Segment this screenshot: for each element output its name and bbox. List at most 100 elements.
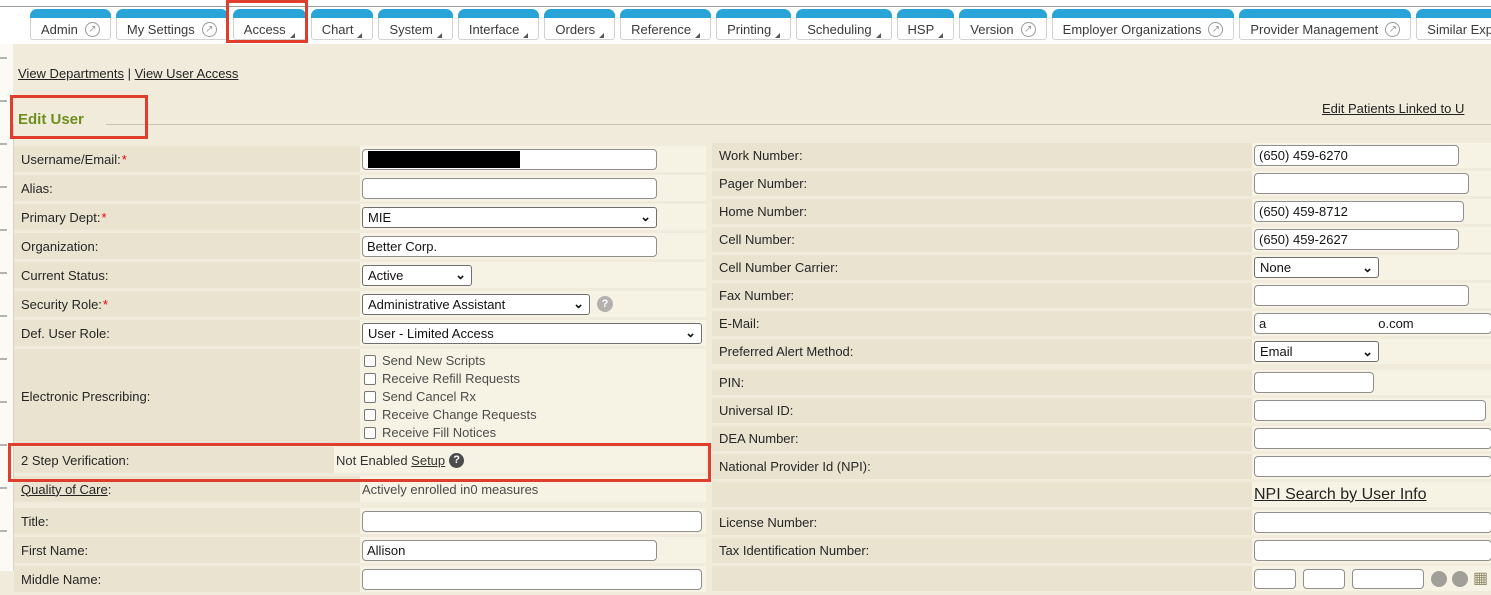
- edit-patients-linked-link[interactable]: Edit Patients Linked to U: [1322, 101, 1464, 116]
- checkbox-label: Receive Fill Notices: [382, 425, 496, 440]
- tab-orders[interactable]: Orders: [544, 9, 615, 40]
- send-new-scripts-checkbox[interactable]: [364, 355, 376, 367]
- label-text: PIN:: [719, 375, 744, 390]
- select-caret-icon: ⌄: [455, 270, 466, 280]
- tab-hsp[interactable]: HSP: [897, 9, 955, 40]
- security-role-select[interactable]: Administrative Assistant⌄: [362, 294, 590, 315]
- tab-label: HSP: [908, 22, 935, 37]
- field-value-cell-number: (650) 459-2627: [1252, 227, 1491, 252]
- help-icon[interactable]: ?: [597, 296, 613, 312]
- fieldset-top-border: [106, 124, 1491, 125]
- field-label-work-number: Work Number:: [712, 143, 1252, 168]
- receive-change-requests-checkbox[interactable]: [364, 409, 376, 421]
- primary-dept-select[interactable]: MIE⌄: [362, 207, 657, 228]
- grid-icon[interactable]: ▦: [1473, 571, 1488, 587]
- static-value: Actively enrolled in0 measures: [362, 482, 538, 497]
- dropdown-caret-icon: [290, 33, 295, 38]
- edit-patients-linked-link-wrap: Edit Patients Linked to U: [1322, 101, 1464, 116]
- npi-search-link[interactable]: NPI Search by User Info: [1254, 486, 1427, 504]
- two-step-setup-link[interactable]: Setup: [411, 453, 445, 468]
- tab-provider-management[interactable]: Provider Management↗: [1239, 9, 1411, 40]
- pager-number-input[interactable]: [1254, 173, 1469, 194]
- tab-employer-organizations[interactable]: Employer Organizations↗: [1052, 9, 1235, 40]
- tab-chart[interactable]: Chart: [311, 9, 374, 40]
- home-number-input[interactable]: (650) 459-8712: [1254, 201, 1464, 222]
- tab-access[interactable]: Access: [233, 9, 306, 40]
- form-row-primary-dept: Primary Dept:*MIE⌄: [14, 204, 706, 230]
- selected-option: None: [1260, 260, 1291, 275]
- def-user-role-select[interactable]: User - Limited Access⌄: [362, 323, 702, 344]
- tab-interface[interactable]: Interface: [458, 9, 540, 40]
- preferred-alert-method-select[interactable]: Email⌄: [1254, 341, 1379, 362]
- form-row-preferred-alert-method: Preferred Alert Method:Email⌄: [712, 339, 1491, 364]
- work-number-input[interactable]: (650) 459-6270: [1254, 145, 1459, 166]
- receive-fill-notices-checkbox[interactable]: [364, 427, 376, 439]
- external-link-icon: ↗: [202, 22, 217, 37]
- form-row-first-name: First Name:Allison: [14, 537, 706, 563]
- help-icon[interactable]: ?: [449, 453, 464, 468]
- dea-number-input[interactable]: [1254, 428, 1491, 449]
- universal-id-input[interactable]: [1254, 400, 1486, 421]
- form-row-cell-number: Cell Number:(650) 459-2627: [712, 227, 1491, 252]
- dropdown-caret-icon: [437, 33, 442, 38]
- middle-name-input[interactable]: [362, 569, 702, 590]
- user-details-form-right: Work Number:(650) 459-6270Pager Number:H…: [712, 143, 1491, 594]
- field-label-universal-id: Universal ID:: [712, 398, 1252, 423]
- field-label-e-mail: E-Mail:: [712, 311, 1252, 336]
- field-label-national-provider-id-npi: National Provider Id (NPI):: [712, 454, 1252, 479]
- small-input-3[interactable]: [1352, 569, 1424, 589]
- tab-printing[interactable]: Printing: [716, 9, 791, 40]
- round-icon[interactable]: [1431, 571, 1447, 587]
- national-provider-id-npi-input[interactable]: [1254, 456, 1491, 477]
- license-number-input[interactable]: [1254, 512, 1491, 533]
- username-email-input[interactable]: [362, 149, 657, 170]
- tab-admin[interactable]: Admin↗: [30, 9, 111, 40]
- field-value-electronic-prescribing: Send New ScriptsReceive Refill RequestsS…: [360, 349, 706, 444]
- field-label-home-number: Home Number:: [712, 199, 1252, 224]
- checkbox-label: Receive Change Requests: [382, 407, 537, 422]
- current-status-select[interactable]: Active ⌄: [362, 265, 472, 286]
- form-row-2-step-verification: 2 Step Verification:Not Enabled Setup?: [14, 447, 706, 473]
- field-label-def-user-role: Def. User Role:: [14, 320, 360, 346]
- organization-input[interactable]: Better Corp.: [362, 236, 657, 257]
- tab-reference[interactable]: Reference: [620, 9, 711, 40]
- tab-label: Access: [244, 22, 286, 37]
- field-value-dea-number: [1252, 426, 1491, 451]
- field-value-preferred-alert-method: Email⌄: [1252, 339, 1491, 364]
- tab-system[interactable]: System: [378, 9, 452, 40]
- form-row-def-user-role: Def. User Role:User - Limited Access⌄: [14, 320, 706, 346]
- receive-refill-requests-checkbox[interactable]: [364, 373, 376, 385]
- tab-label: Printing: [727, 22, 771, 37]
- field-value-organization: Better Corp.: [360, 233, 706, 259]
- required-asterisk: *: [103, 297, 108, 312]
- alias-input[interactable]: [362, 178, 657, 199]
- tab-version[interactable]: Version↗: [959, 9, 1046, 40]
- tab-label: Scheduling: [807, 22, 871, 37]
- tab-similar-exposure-groups[interactable]: Similar Exposure Groups (: [1416, 9, 1491, 40]
- selected-option: Active: [368, 268, 403, 283]
- tax-identification-number-input[interactable]: [1254, 540, 1491, 561]
- tab-label: Reference: [631, 22, 691, 37]
- field-label-blank: [712, 566, 1252, 591]
- cell-number-input[interactable]: (650) 459-2627: [1254, 229, 1459, 250]
- fax-number-input[interactable]: [1254, 285, 1469, 306]
- view-user-access-link[interactable]: View User Access: [135, 66, 239, 81]
- round-icon[interactable]: [1452, 571, 1468, 587]
- field-label-fax-number: Fax Number:: [712, 283, 1252, 308]
- tab-my-settings[interactable]: My Settings↗: [116, 9, 228, 40]
- cell-number-carrier-select[interactable]: None⌄: [1254, 257, 1379, 278]
- first-name-input[interactable]: Allison: [362, 540, 657, 561]
- send-cancel-rx-checkbox[interactable]: [364, 391, 376, 403]
- form-row-tax-identification-number: Tax Identification Number:: [712, 538, 1491, 563]
- pin-input[interactable]: [1254, 372, 1374, 393]
- tab-scheduling[interactable]: Scheduling: [796, 9, 891, 40]
- title-input[interactable]: [362, 511, 702, 532]
- view-departments-link[interactable]: View Departments: [18, 66, 124, 81]
- e-mail-input[interactable]: ao.com: [1254, 313, 1491, 334]
- field-value-pager-number: [1252, 171, 1491, 196]
- field-value-universal-id: [1252, 398, 1491, 423]
- email-visible-start: a: [1259, 316, 1266, 331]
- small-input-2[interactable]: [1303, 569, 1345, 589]
- quality-of-care-link[interactable]: Quality of Care: [21, 482, 108, 497]
- small-input-1[interactable]: [1254, 569, 1296, 589]
